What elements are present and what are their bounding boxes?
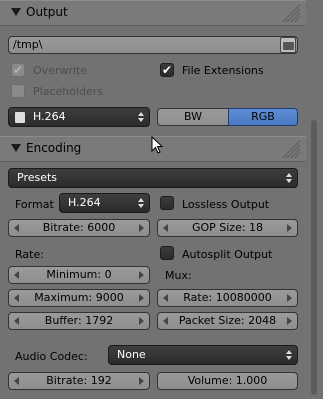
video-bitrate-field[interactable]: Bitrate: 6000 [8, 219, 150, 237]
checkmark-icon: ✔ [12, 63, 24, 77]
rate-maximum-field[interactable]: Maximum: 9000 [8, 289, 150, 307]
encoding-format-dropdown[interactable]: H.264 [59, 193, 150, 213]
rate-minimum-value: Minimum: 0 [46, 268, 112, 281]
dropdown-updown-icon [138, 112, 144, 122]
increment-arrow-icon[interactable] [139, 294, 144, 302]
increment-arrow-icon[interactable] [139, 224, 144, 232]
audio-codec-value: None [117, 348, 146, 361]
autosplit-output-checkbox[interactable] [160, 246, 174, 260]
rate-label: Rate: [15, 248, 44, 261]
decrement-arrow-icon[interactable] [163, 294, 168, 302]
audio-volume-field[interactable]: Volume: 1.000 [157, 372, 298, 390]
dropdown-updown-icon [286, 173, 292, 183]
audio-codec-dropdown[interactable]: None [108, 345, 298, 365]
audio-codec-label: Audio Codec: [15, 350, 88, 363]
placeholders-label: Placeholders [33, 85, 104, 98]
autosplit-output-label: Autosplit Output [182, 248, 273, 261]
folder-browse-icon[interactable] [280, 37, 296, 53]
encoding-format-value: H.264 [68, 196, 101, 209]
packet-size-value: Packet Size: 2048 [178, 314, 277, 327]
increment-arrow-icon[interactable] [287, 317, 292, 325]
audio-bitrate-value: Bitrate: 192 [46, 374, 112, 387]
output-path-field[interactable]: /tmp\ [8, 36, 298, 54]
audio-bitrate-field[interactable]: Bitrate: 192 [8, 372, 150, 390]
increment-arrow-icon[interactable] [139, 377, 144, 385]
mux-rate-field[interactable]: Rate: 10080000 [157, 289, 298, 307]
increment-arrow-icon[interactable] [287, 224, 292, 232]
output-panel-title: Output [26, 5, 68, 19]
color-rgb-label: RGB [251, 110, 275, 123]
mouse-cursor-icon [151, 136, 164, 154]
decrement-arrow-icon[interactable] [163, 224, 168, 232]
film-strip-icon [15, 112, 25, 123]
gop-size-value: GOP Size: 18 [191, 221, 264, 234]
output-path-value: /tmp\ [13, 38, 43, 51]
file-format-value: H.264 [33, 110, 66, 123]
scrollbar-thumb[interactable] [311, 120, 317, 395]
overwrite-checkbox[interactable]: ✔ [11, 63, 25, 77]
increment-arrow-icon[interactable] [287, 294, 292, 302]
panel-drag-grip-icon[interactable] [282, 140, 300, 158]
mux-rate-value: Rate: 10080000 [183, 291, 272, 304]
presets-label: Presets [17, 171, 58, 184]
mux-label: Mux: [165, 269, 192, 282]
panel-scrollbar[interactable] [306, 0, 323, 399]
video-bitrate-value: Bitrate: 6000 [42, 221, 116, 234]
placeholders-checkbox[interactable] [11, 84, 25, 98]
color-bw-button[interactable]: BW [157, 108, 229, 126]
lossless-output-checkbox[interactable] [160, 196, 174, 210]
file-extensions-checkbox[interactable]: ✔ [160, 63, 174, 77]
gop-size-field[interactable]: GOP Size: 18 [157, 219, 298, 237]
increment-arrow-icon[interactable] [139, 271, 144, 279]
decrement-arrow-icon[interactable] [163, 317, 168, 325]
decrement-arrow-icon[interactable] [14, 377, 19, 385]
collapse-arrow-icon[interactable] [11, 144, 21, 152]
decrement-arrow-icon[interactable] [14, 271, 19, 279]
color-bw-label: BW [183, 110, 203, 123]
presets-dropdown[interactable]: Presets [8, 168, 298, 188]
overwrite-label: Overwrite [33, 64, 88, 77]
rate-maximum-value: Maximum: 9000 [34, 291, 124, 304]
rate-minimum-field[interactable]: Minimum: 0 [8, 266, 150, 284]
collapse-arrow-icon[interactable] [11, 8, 21, 16]
file-format-dropdown[interactable]: H.264 [8, 107, 150, 127]
decrement-arrow-icon[interactable] [14, 224, 19, 232]
dropdown-updown-icon [138, 198, 144, 208]
dropdown-updown-icon [286, 350, 292, 360]
rate-buffer-value: Buffer: 1792 [44, 314, 114, 327]
increment-arrow-icon[interactable] [139, 317, 144, 325]
file-extensions-label: File Extensions [182, 64, 264, 77]
color-rgb-button[interactable]: RGB [228, 108, 298, 126]
panel-drag-grip-icon[interactable] [282, 4, 300, 22]
packet-size-field[interactable]: Packet Size: 2048 [157, 312, 298, 330]
checkmark-icon: ✔ [161, 63, 173, 77]
decrement-arrow-icon[interactable] [14, 317, 19, 325]
audio-volume-value: Volume: 1.000 [187, 374, 268, 387]
rate-buffer-field[interactable]: Buffer: 1792 [8, 312, 150, 330]
format-label: Format [15, 198, 54, 211]
lossless-output-label: Lossless Output [182, 198, 270, 211]
decrement-arrow-icon[interactable] [14, 294, 19, 302]
encoding-panel-title: Encoding [26, 141, 82, 155]
output-panel-header[interactable]: Output [0, 0, 306, 26]
